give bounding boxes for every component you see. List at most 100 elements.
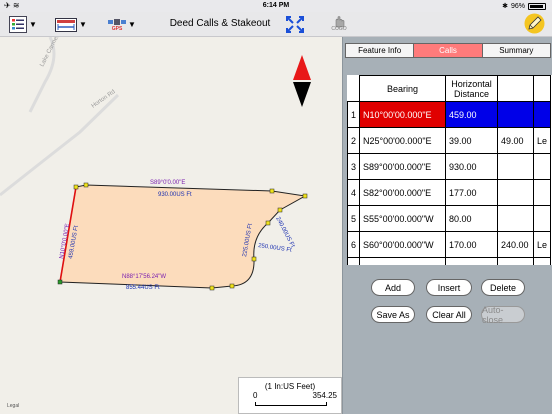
- extra-cell[interactable]: [532, 257, 552, 265]
- auto-close-button: Auto-close: [481, 305, 525, 325]
- map-view[interactable]: Lake Carmel Dr Horton Rd S89°0'0.00"E 93…: [0, 37, 342, 414]
- table-row[interactable]: 3 S89°00'00.000"E 930.00: [347, 153, 552, 180]
- scale-bar-line: [255, 402, 327, 406]
- layers-menu-button[interactable]: ▼: [9, 15, 37, 34]
- column-header-extra[interactable]: [497, 75, 534, 102]
- distance-cell[interactable]: 80.00: [445, 205, 498, 232]
- extra-cell[interactable]: [497, 205, 534, 232]
- row-number: 6: [347, 231, 360, 258]
- delete-button[interactable]: Delete: [481, 279, 525, 296]
- save-as-button[interactable]: Save As: [371, 306, 415, 323]
- ruler-icon: [55, 17, 77, 32]
- call-label: 930.00US Ft: [158, 192, 192, 198]
- table-row[interactable]: 4 S82°00'00.000"E 177.00: [347, 179, 552, 206]
- bearing-cell[interactable]: S...: [359, 257, 446, 265]
- extra-cell[interactable]: ...: [497, 257, 534, 265]
- cogo-button[interactable]: COGO: [330, 15, 348, 34]
- table-header-row: Bearing Horizontal Distance: [347, 75, 552, 102]
- pencil-icon: [524, 13, 545, 34]
- map-canvas[interactable]: Lake Carmel Dr Horton Rd S89°0'0.00"E 93…: [0, 37, 342, 414]
- parcel-polygon[interactable]: [59, 184, 307, 289]
- start-point[interactable]: [57, 279, 63, 285]
- clear-all-button[interactable]: Clear All: [426, 306, 472, 323]
- vertex[interactable]: [302, 193, 308, 199]
- extra-cell[interactable]: [532, 205, 552, 232]
- extra-cell[interactable]: [497, 179, 534, 206]
- vertex[interactable]: [73, 184, 79, 190]
- table-row[interactable]: 6 S60°00'00.000"W 170.00 240.00 Le: [347, 231, 552, 258]
- vertex[interactable]: [251, 256, 257, 262]
- distance-cell[interactable]: 177.00: [445, 179, 498, 206]
- call-label: S89°0'0.00"E: [150, 180, 185, 186]
- battery-icon: [528, 2, 546, 10]
- scale-max: 354.25: [312, 391, 337, 400]
- table-row[interactable]: 7S.........: [347, 257, 552, 265]
- row-number-header: [347, 75, 360, 102]
- status-bar: ✈ ≋ 6:14 PM ✱ 96%: [0, 0, 552, 12]
- table-row[interactable]: 5 S55°00'00.000"W 80.00: [347, 205, 552, 232]
- row-number: 7: [347, 257, 360, 265]
- vertex[interactable]: [277, 207, 283, 213]
- column-header-extra[interactable]: [532, 75, 552, 102]
- call-label: 855.44US Ft: [126, 285, 160, 291]
- gps-menu-button[interactable]: GPS ▼: [108, 15, 136, 34]
- edit-button[interactable]: [524, 13, 545, 34]
- column-header-bearing[interactable]: Bearing: [359, 75, 446, 102]
- scale-bar: (1 In:US Feet) 0 354.25: [238, 377, 342, 414]
- extra-cell[interactable]: [497, 101, 534, 128]
- bearing-cell[interactable]: N25°00'00.000"E: [359, 127, 446, 154]
- distance-cell[interactable]: ...: [445, 257, 498, 265]
- vertex[interactable]: [229, 283, 235, 289]
- vertex[interactable]: [209, 285, 215, 291]
- extra-cell[interactable]: [532, 101, 552, 128]
- chevron-down-icon: ▼: [29, 20, 37, 29]
- zoom-extents-button[interactable]: [286, 15, 304, 34]
- row-number: 1: [347, 101, 360, 128]
- extra-cell[interactable]: 49.00: [497, 127, 534, 154]
- bearing-cell[interactable]: S55°00'00.000"W: [359, 205, 446, 232]
- distance-cell[interactable]: 170.00: [445, 231, 498, 258]
- extra-cell[interactable]: [497, 153, 534, 180]
- page-title: Deed Calls & Stakeout: [169, 18, 271, 29]
- extra-cell[interactable]: [532, 153, 552, 180]
- vertex[interactable]: [83, 182, 89, 188]
- call-label: 240.00US Ft: [274, 216, 295, 249]
- list-icon: [9, 16, 27, 33]
- tab-feature-info[interactable]: Feature Info: [345, 43, 415, 58]
- row-number: 3: [347, 153, 360, 180]
- bearing-cell[interactable]: S60°00'00.000"W: [359, 231, 446, 258]
- distance-cell[interactable]: 459.00: [445, 101, 498, 128]
- measure-menu-button[interactable]: ▼: [55, 15, 87, 34]
- tab-bar: Feature Info Calls Summary: [345, 43, 551, 58]
- add-button[interactable]: Add: [371, 279, 415, 296]
- chevron-down-icon: ▼: [79, 20, 87, 29]
- table-row[interactable]: 2 N25°00'00.000"E 39.00 49.00 Le: [347, 127, 552, 154]
- tab-calls[interactable]: Calls: [414, 43, 483, 58]
- extra-cell[interactable]: [532, 179, 552, 206]
- expand-icon: [286, 16, 304, 33]
- column-header-distance[interactable]: Horizontal Distance: [445, 75, 498, 102]
- extra-cell[interactable]: Le: [532, 127, 552, 154]
- legal-link[interactable]: Legal: [7, 403, 19, 409]
- tab-summary[interactable]: Summary: [482, 43, 551, 58]
- extra-cell[interactable]: Le: [532, 231, 552, 258]
- chevron-down-icon: ▼: [128, 20, 136, 29]
- call-label: 250.00US Ft: [258, 243, 293, 254]
- calls-table-container[interactable]: Bearing Horizontal Distance 1 N10°00'00.0…: [347, 75, 552, 265]
- toolbar: ▼ ▼ GPS ▼ Deed Calls & Stakeout COGO: [0, 12, 552, 37]
- insert-button[interactable]: Insert: [426, 279, 472, 296]
- distance-cell[interactable]: 39.00: [445, 127, 498, 154]
- cogo-label: COGO: [331, 26, 347, 32]
- distance-cell[interactable]: 930.00: [445, 153, 498, 180]
- row-number: 5: [347, 205, 360, 232]
- table-row[interactable]: 1 N10°00'00.000"E 459.00: [347, 101, 552, 128]
- extra-cell[interactable]: 240.00: [497, 231, 534, 258]
- bearing-cell[interactable]: S82°00'00.000"E: [359, 179, 446, 206]
- scale-unit: (1 In:US Feet): [264, 382, 316, 391]
- vertex[interactable]: [269, 188, 275, 194]
- battery-percent: 96%: [510, 2, 525, 10]
- calls-panel: Feature Info Calls Summary Bearing Horiz…: [342, 37, 552, 414]
- bearing-cell[interactable]: N10°00'00.000"E: [359, 101, 446, 128]
- bearing-cell[interactable]: S89°00'00.000"E: [359, 153, 446, 180]
- vertex[interactable]: [265, 220, 271, 226]
